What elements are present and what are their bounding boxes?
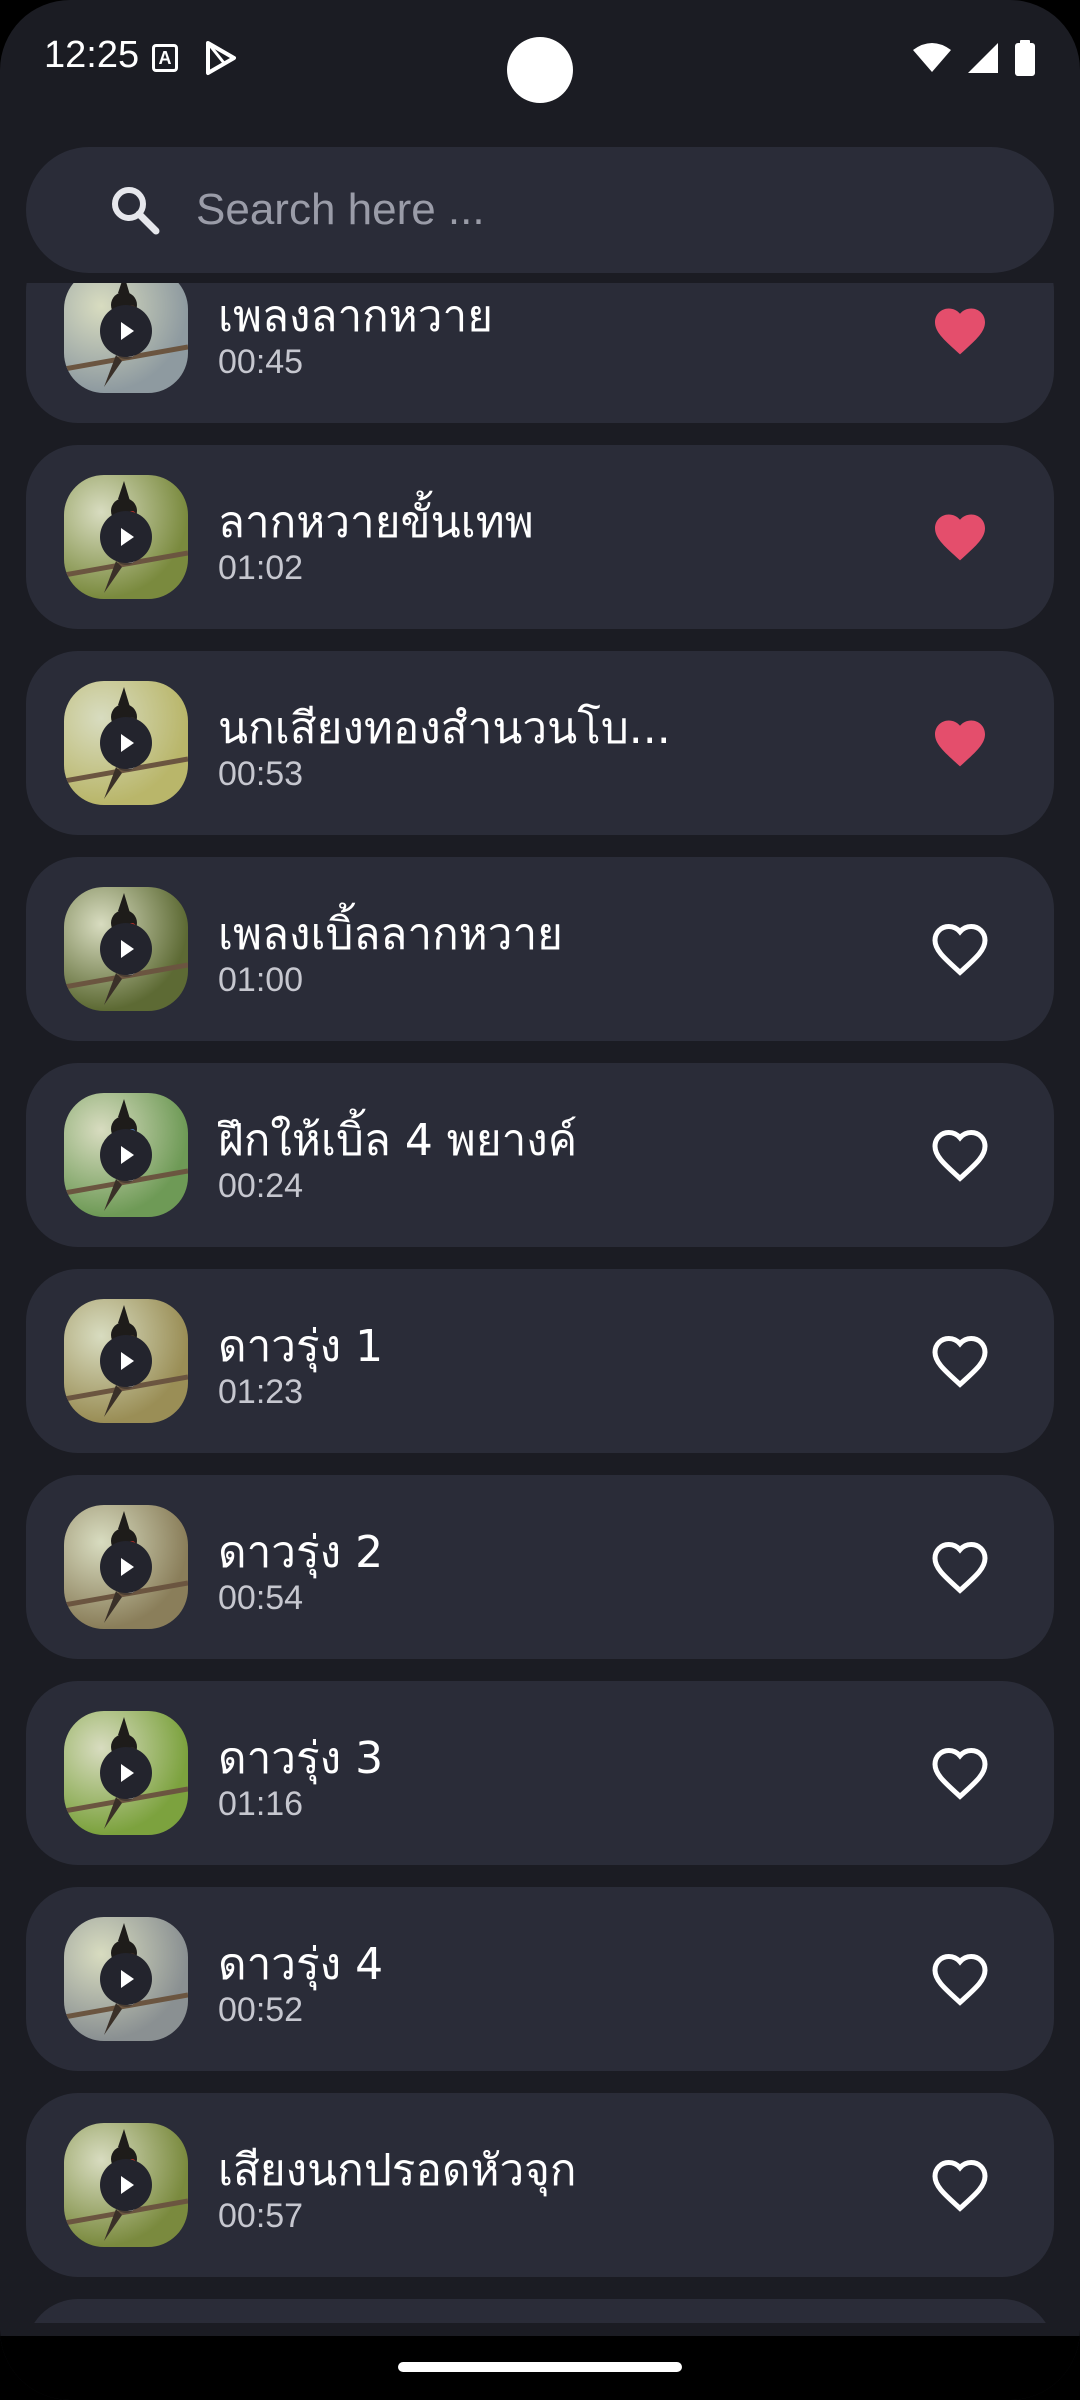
song-thumbnail bbox=[64, 1917, 188, 2041]
song-duration: 01:23 bbox=[218, 1373, 304, 1411]
play-icon[interactable] bbox=[100, 923, 152, 975]
song-thumbnail bbox=[64, 1093, 188, 1217]
front-camera bbox=[507, 37, 573, 103]
phone-screen: 12:25 A เพลงลากหวาย00:45ลากหวายข bbox=[0, 0, 1080, 2400]
song-list-item[interactable] bbox=[26, 2299, 1054, 2323]
play-icon[interactable] bbox=[100, 2159, 152, 2211]
song-thumbnail bbox=[64, 1299, 188, 1423]
song-list-item[interactable]: เพลงเบิ้ลลากหวาย 01:00 bbox=[26, 857, 1054, 1041]
song-title: ดาวรุ่ง 2 bbox=[218, 1527, 384, 1578]
heart-outline-icon[interactable] bbox=[930, 1331, 990, 1391]
play-icon[interactable] bbox=[100, 1129, 152, 1181]
song-title: ดาวรุ่ง 3 bbox=[218, 1733, 384, 1784]
song-duration: 00:54 bbox=[218, 1579, 304, 1617]
search-input[interactable] bbox=[196, 147, 1016, 273]
song-title: ฝึกให้เบิ้ล 4 พยางค์ bbox=[218, 1115, 578, 1166]
heart-outline-icon[interactable] bbox=[930, 2155, 990, 2215]
heart-filled-icon[interactable] bbox=[930, 301, 990, 361]
status-indicators bbox=[912, 40, 1036, 76]
song-thumbnail bbox=[64, 1711, 188, 1835]
song-title: เสียงนกปรอดหัวจุก bbox=[218, 2145, 577, 2196]
heart-outline-icon[interactable] bbox=[930, 1949, 990, 2009]
battery-icon bbox=[1015, 40, 1035, 76]
heart-filled-icon[interactable] bbox=[930, 507, 990, 567]
song-title: ดาวรุ่ง 4 bbox=[218, 1939, 384, 1990]
song-title: ลากหวายขั้นเทพ bbox=[218, 497, 534, 548]
song-title: ดาวรุ่ง 1 bbox=[218, 1321, 384, 1372]
song-duration: 01:02 bbox=[218, 549, 304, 587]
song-thumbnail bbox=[64, 887, 188, 1011]
play-icon[interactable] bbox=[100, 1747, 152, 1799]
song-duration: 00:57 bbox=[218, 2197, 304, 2235]
song-list-item[interactable]: ดาวรุ่ง 4 00:52 bbox=[26, 1887, 1054, 2071]
heart-outline-icon[interactable] bbox=[930, 1537, 990, 1597]
navigation-bar bbox=[0, 2336, 1080, 2400]
search-icon bbox=[112, 187, 160, 235]
song-list-item[interactable]: ฝึกให้เบิ้ล 4 พยางค์ 00:24 bbox=[26, 1063, 1054, 1247]
song-thumbnail bbox=[64, 681, 188, 805]
app-notification-icon: A bbox=[152, 44, 178, 72]
play-icon[interactable] bbox=[100, 511, 152, 563]
song-list-item[interactable]: เพลงลากหวาย 00:45 bbox=[26, 283, 1054, 423]
play-icon[interactable] bbox=[100, 1541, 152, 1593]
song-list[interactable]: เพลงลากหวาย 00:45 ลากหวายขั้นเทพ 01:02 นกเสี… bbox=[0, 283, 1080, 2323]
song-duration: 00:24 bbox=[218, 1167, 304, 1205]
play-icon[interactable] bbox=[100, 305, 152, 357]
song-list-item[interactable]: ดาวรุ่ง 1 01:23 bbox=[26, 1269, 1054, 1453]
home-gesture-handle[interactable] bbox=[398, 2362, 682, 2372]
song-list-item[interactable]: ดาวรุ่ง 2 00:54 bbox=[26, 1475, 1054, 1659]
status-time: 12:25 bbox=[44, 34, 140, 76]
heart-outline-icon[interactable] bbox=[930, 1125, 990, 1185]
status-bar: 12:25 A bbox=[0, 0, 1080, 120]
heart-outline-icon[interactable] bbox=[930, 919, 990, 979]
wifi-icon bbox=[913, 43, 951, 72]
song-list-item[interactable]: ดาวรุ่ง 3 01:16 bbox=[26, 1681, 1054, 1865]
song-duration: 00:53 bbox=[218, 755, 304, 793]
song-list-item[interactable]: เสียงนกปรอดหัวจุก 00:57 bbox=[26, 2093, 1054, 2277]
play-icon[interactable] bbox=[100, 717, 152, 769]
heart-filled-icon[interactable] bbox=[930, 713, 990, 773]
signal-icon bbox=[968, 43, 998, 73]
song-duration: 00:45 bbox=[218, 343, 304, 381]
song-list-item[interactable]: ลากหวายขั้นเทพ 01:02 bbox=[26, 445, 1054, 629]
song-thumbnail bbox=[64, 2123, 188, 2247]
song-duration: 01:16 bbox=[218, 1785, 304, 1823]
play-store-icon bbox=[206, 41, 236, 75]
song-thumbnail bbox=[64, 283, 188, 393]
song-title: นกเสียงทองสำนวนโบ... bbox=[218, 703, 671, 754]
song-thumbnail bbox=[64, 1505, 188, 1629]
play-icon[interactable] bbox=[100, 1953, 152, 2005]
song-duration: 00:52 bbox=[218, 1991, 304, 2029]
song-title: เพลงลากหวาย bbox=[218, 291, 493, 342]
heart-outline-icon[interactable] bbox=[930, 1743, 990, 1803]
song-duration: 01:00 bbox=[218, 961, 304, 999]
song-title: เพลงเบิ้ลลากหวาย bbox=[218, 909, 563, 960]
song-list-item[interactable]: นกเสียงทองสำนวนโบ... 00:53 bbox=[26, 651, 1054, 835]
song-thumbnail bbox=[64, 475, 188, 599]
play-icon[interactable] bbox=[100, 1335, 152, 1387]
search-bar[interactable] bbox=[26, 147, 1054, 273]
